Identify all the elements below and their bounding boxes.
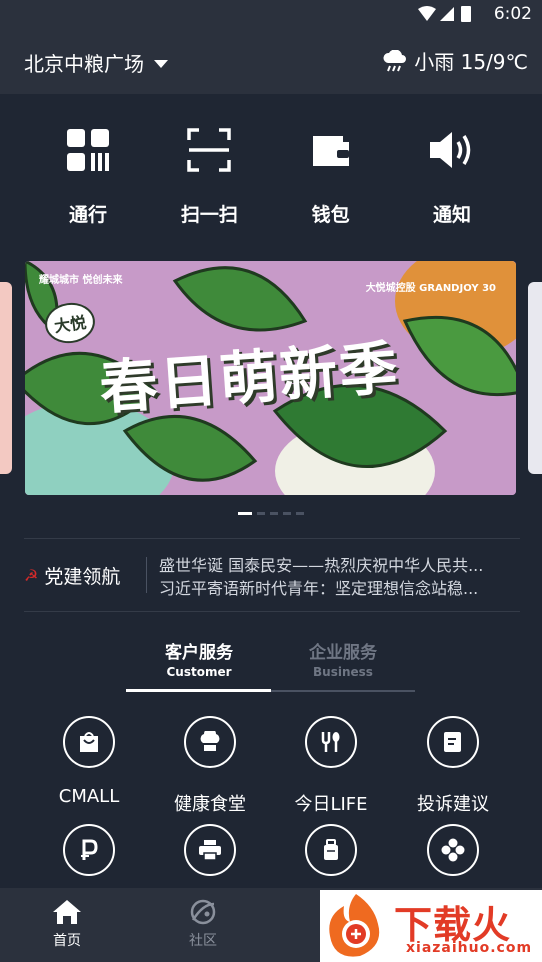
- chef-hat-icon: [184, 716, 236, 768]
- service-label: 今日LIFE: [294, 794, 368, 815]
- news-category-label: 党建领航: [44, 566, 121, 588]
- wallet-icon: [307, 126, 355, 174]
- nav-home[interactable]: 首页: [22, 898, 112, 950]
- bag-icon: [305, 824, 357, 876]
- news-ticker: 盛世华诞 国泰民安——热烈庆祝中华人民共... 习近平寄语新时代青年：坚定理想信…: [159, 554, 509, 600]
- pagination-dot-active: [238, 512, 252, 515]
- quick-actions: 通行 扫一扫 钱包 通知: [28, 126, 512, 236]
- printer-icon: [184, 824, 236, 876]
- pagination-dot: [270, 512, 278, 515]
- pagination-dot: [257, 512, 265, 515]
- nav-community[interactable]: 社区: [158, 898, 248, 950]
- nav-label: 首页: [53, 933, 81, 949]
- planet-icon: [190, 899, 216, 925]
- news-headline[interactable]: 盛世华诞 国泰民安——热烈庆祝中华人民共...: [159, 554, 509, 577]
- service-more[interactable]: [393, 824, 513, 876]
- tab-indicator: [126, 689, 271, 692]
- app-header: 北京中粮广场 小雨 15/9℃: [0, 28, 542, 94]
- banner-next-peek[interactable]: [528, 282, 542, 474]
- quick-action-notify[interactable]: 通知: [392, 126, 512, 236]
- qr-code-icon: [64, 126, 112, 174]
- service-parking[interactable]: [29, 824, 149, 876]
- status-icons: [418, 6, 471, 22]
- status-bar: 6:02: [0, 0, 542, 28]
- tab-sublabel: Business: [313, 665, 373, 679]
- tab-business-service[interactable]: 企业服务 Business: [271, 638, 415, 679]
- banner-prev-peek[interactable]: [0, 282, 12, 474]
- promo-banner[interactable]: 耀城城市 悦创未来 大悦城控股 GRANDJOY 30 大悦 春日萌新季: [25, 261, 516, 495]
- quick-action-label: 通知: [432, 204, 471, 226]
- speaker-icon: [428, 126, 476, 174]
- news-category[interactable]: ☭ 党建领航: [24, 562, 120, 589]
- quick-action-pass[interactable]: 通行: [28, 126, 148, 236]
- news-separator: [146, 557, 147, 593]
- wifi-icon: [418, 6, 436, 21]
- flame-logo-icon: [329, 894, 380, 957]
- quick-action-scan[interactable]: 扫一扫: [149, 126, 269, 236]
- tab-customer-service[interactable]: 客户服务 Customer: [127, 638, 271, 679]
- cloud-rain-icon: [383, 49, 407, 71]
- banner-pagination: [238, 512, 304, 515]
- quick-action-label: 通行: [68, 204, 107, 226]
- quick-action-label: 扫一扫: [180, 204, 238, 226]
- clover-icon: [427, 824, 479, 876]
- caret-down-icon: [154, 59, 168, 68]
- service-label: CMALL: [58, 786, 120, 807]
- service-cmall[interactable]: CMALL: [29, 716, 149, 807]
- parking-icon: [63, 824, 115, 876]
- edit-note-icon: [427, 716, 479, 768]
- battery-icon: [461, 6, 471, 22]
- service-healthy-canteen[interactable]: 健康食堂: [150, 716, 270, 816]
- tab-label: 企业服务: [309, 643, 377, 663]
- divider: [24, 538, 520, 539]
- service-today-life[interactable]: 今日LIFE: [271, 716, 391, 816]
- watermark-url: xiazaihuo.com: [406, 940, 533, 956]
- pagination-dot: [296, 512, 304, 515]
- pagination-dot: [283, 512, 291, 515]
- signal-icon: [440, 7, 454, 21]
- banner-brand-right: 大悦城控股 GRANDJOY 30: [365, 283, 496, 294]
- service-bag[interactable]: [271, 824, 391, 876]
- nav-label: 社区: [189, 933, 217, 949]
- service-print[interactable]: [150, 824, 270, 876]
- location-selector[interactable]: 北京中粮广场: [24, 48, 168, 77]
- divider: [24, 611, 520, 612]
- watermark: 下载火 xiazaihuo.com: [320, 890, 542, 962]
- home-icon: [53, 900, 81, 924]
- service-complaint[interactable]: 投诉建议: [393, 716, 513, 816]
- tab-label: 客户服务: [165, 643, 233, 663]
- weather-text: 小雨 15/9℃: [414, 50, 528, 74]
- service-label: 健康食堂: [174, 794, 246, 815]
- news-headline[interactable]: 习近平寄语新时代青年：坚定理想信念站稳...: [159, 577, 509, 600]
- tab-sublabel: Customer: [166, 665, 232, 679]
- quick-action-wallet[interactable]: 钱包: [271, 126, 391, 236]
- shopping-bag-icon: [63, 716, 115, 768]
- clock: 6:02: [493, 4, 532, 24]
- cutlery-icon: [305, 716, 357, 768]
- scan-icon: [185, 126, 233, 174]
- banner-brand-left: 耀城城市 悦创未来: [39, 275, 123, 286]
- service-label: 投诉建议: [417, 794, 489, 815]
- weather-widget: 小雨 15/9℃: [382, 46, 528, 75]
- location-name: 北京中粮广场: [24, 52, 144, 76]
- quick-action-label: 钱包: [311, 204, 350, 226]
- hammer-sickle-icon: ☭: [24, 566, 39, 585]
